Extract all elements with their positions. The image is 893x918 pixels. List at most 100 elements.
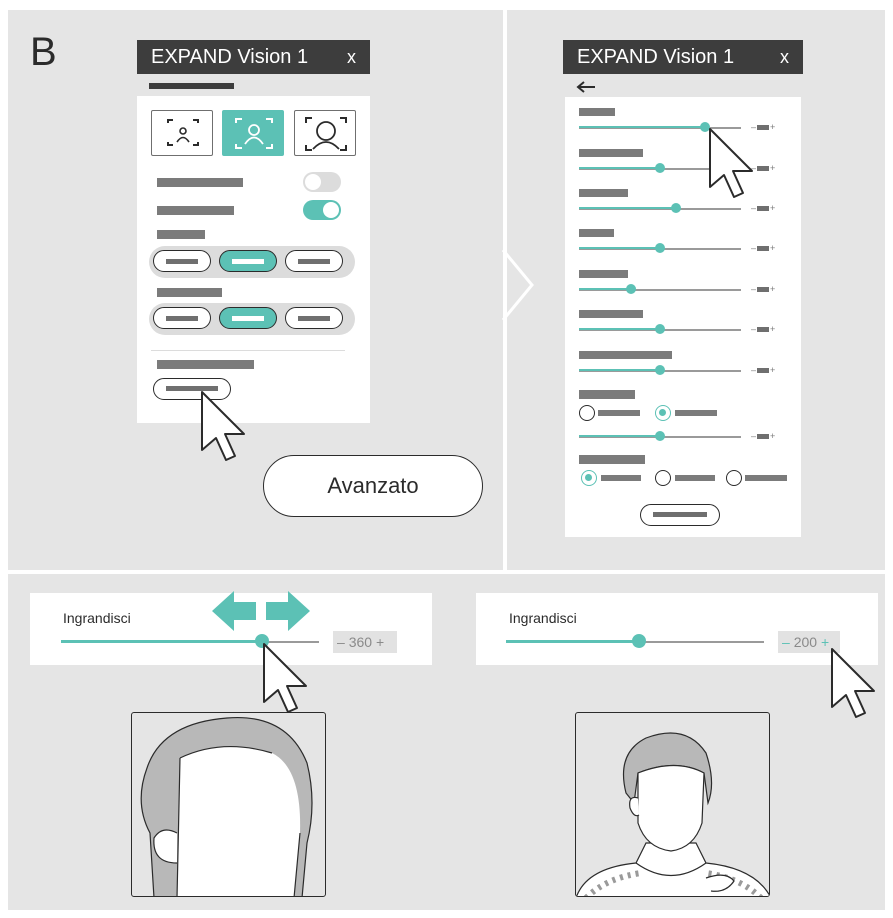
plus-icon[interactable]: + bbox=[770, 284, 775, 294]
minus-icon[interactable]: – bbox=[751, 243, 756, 253]
segment-option-2[interactable] bbox=[219, 250, 277, 272]
camera-preview-zoomed bbox=[131, 712, 326, 897]
advanced-settings-card: – + – + – + – + – + – + – + – + bbox=[565, 97, 801, 537]
zoom-card-right bbox=[476, 593, 878, 665]
reset-button[interactable] bbox=[640, 504, 720, 526]
slider-thumb[interactable] bbox=[655, 365, 665, 375]
segmented-control-1 bbox=[149, 246, 355, 278]
segmented-control-2 bbox=[149, 303, 355, 335]
camera-preview-wide bbox=[575, 712, 770, 897]
stepper-value bbox=[757, 287, 769, 292]
slider-thumb[interactable] bbox=[655, 324, 665, 334]
radio-option-2-selected[interactable] bbox=[655, 405, 671, 421]
slider-thumb[interactable] bbox=[655, 243, 665, 253]
slider-thumb[interactable] bbox=[655, 431, 665, 441]
zoom-slider-fill bbox=[506, 640, 640, 643]
slider-fill bbox=[579, 126, 705, 128]
minus-button[interactable]: – bbox=[782, 634, 790, 650]
zoom-slider-thumb[interactable] bbox=[632, 634, 646, 648]
plus-icon[interactable]: + bbox=[770, 203, 775, 213]
chevron-right-icon bbox=[501, 250, 534, 320]
slider-stepper[interactable]: – + bbox=[751, 365, 775, 375]
plus-icon[interactable]: + bbox=[770, 163, 775, 173]
plus-icon[interactable]: + bbox=[770, 122, 775, 132]
close-button[interactable]: x bbox=[347, 47, 356, 68]
setting-label-radio-1 bbox=[579, 390, 635, 399]
mouse-pointer-icon bbox=[709, 128, 753, 198]
radio-option-1-selected[interactable] bbox=[581, 470, 597, 486]
radio-label-3 bbox=[745, 475, 787, 481]
radio-label-2 bbox=[675, 475, 715, 481]
framing-medium-icon bbox=[235, 118, 273, 149]
plus-icon[interactable]: + bbox=[770, 431, 775, 441]
setting-label-radio-2 bbox=[579, 455, 645, 464]
radio-label-2 bbox=[675, 410, 717, 416]
slider-thumb[interactable] bbox=[671, 203, 681, 213]
framing-mode-narrow-button[interactable] bbox=[151, 110, 213, 156]
slider-fill bbox=[579, 328, 660, 330]
window-titlebar: EXPAND Vision 1 x bbox=[137, 40, 370, 74]
zoom-slider-fill bbox=[61, 640, 261, 643]
setting-label-5 bbox=[157, 360, 254, 369]
window-subtitle-bar bbox=[149, 83, 234, 89]
slider-label bbox=[579, 189, 628, 197]
segment-option-1[interactable] bbox=[153, 307, 211, 329]
minus-button[interactable]: – bbox=[337, 634, 345, 650]
stepper-value bbox=[757, 368, 769, 373]
slider-thumb[interactable] bbox=[655, 163, 665, 173]
setting-label-4 bbox=[157, 288, 222, 297]
slider-stepper[interactable]: – + bbox=[751, 284, 775, 294]
slider-fill bbox=[579, 167, 660, 169]
stepper-value bbox=[757, 206, 769, 211]
slider-row: – + bbox=[565, 229, 775, 265]
framing-mode-medium-button[interactable] bbox=[222, 110, 284, 156]
toggle-switch-on[interactable] bbox=[303, 200, 341, 220]
slider-label bbox=[579, 149, 643, 157]
plus-icon[interactable]: + bbox=[770, 365, 775, 375]
minus-icon[interactable]: – bbox=[751, 431, 756, 441]
toggle-switch-off[interactable] bbox=[303, 172, 341, 192]
radio-label-1 bbox=[601, 475, 641, 481]
drag-horizontal-arrows-icon bbox=[212, 591, 310, 631]
slider-label bbox=[579, 270, 628, 278]
plus-icon[interactable]: + bbox=[770, 243, 775, 253]
radio-option-2[interactable] bbox=[655, 470, 671, 486]
slider-label bbox=[579, 351, 672, 359]
slider-row: – + bbox=[565, 417, 775, 453]
setting-label-1 bbox=[157, 178, 243, 187]
person-zoomed-image bbox=[140, 716, 313, 896]
radio-option-3[interactable] bbox=[726, 470, 742, 486]
radio-option-1[interactable] bbox=[579, 405, 595, 421]
segment-option-3[interactable] bbox=[285, 250, 343, 272]
segment-option-1[interactable] bbox=[153, 250, 211, 272]
zoom-value: 200 bbox=[793, 634, 818, 650]
slider-fill bbox=[579, 288, 631, 290]
stepper-value bbox=[757, 246, 769, 251]
close-button[interactable]: x bbox=[780, 47, 789, 68]
minus-icon[interactable]: – bbox=[751, 284, 756, 294]
mouse-pointer-icon bbox=[831, 648, 875, 718]
window-title: EXPAND Vision 1 bbox=[151, 45, 309, 68]
minus-icon[interactable]: – bbox=[751, 324, 756, 334]
zoom-value-stepper[interactable]: – 360 + bbox=[333, 631, 397, 653]
slider-label bbox=[579, 108, 615, 116]
advanced-button[interactable]: Avanzato bbox=[263, 455, 483, 517]
slider-fill bbox=[579, 247, 660, 249]
slider-row: – + bbox=[565, 351, 775, 387]
framing-mode-wide-button[interactable] bbox=[294, 110, 356, 156]
plus-button[interactable]: + bbox=[376, 634, 384, 650]
arrow-left-icon[interactable] bbox=[575, 80, 597, 94]
slider-stepper[interactable]: – + bbox=[751, 431, 775, 441]
setting-label-2 bbox=[157, 206, 234, 215]
zoom-value: 360 bbox=[348, 634, 373, 650]
slider-stepper[interactable]: – + bbox=[751, 243, 775, 253]
mouse-pointer-icon bbox=[201, 391, 245, 461]
slider-stepper[interactable]: – + bbox=[751, 324, 775, 334]
slider-thumb[interactable] bbox=[626, 284, 636, 294]
framing-narrow-icon bbox=[167, 119, 199, 146]
segment-option-3[interactable] bbox=[285, 307, 343, 329]
segment-option-2[interactable] bbox=[219, 307, 277, 329]
window-titlebar: EXPAND Vision 1 x bbox=[563, 40, 803, 74]
minus-icon[interactable]: – bbox=[751, 365, 756, 375]
plus-icon[interactable]: + bbox=[770, 324, 775, 334]
